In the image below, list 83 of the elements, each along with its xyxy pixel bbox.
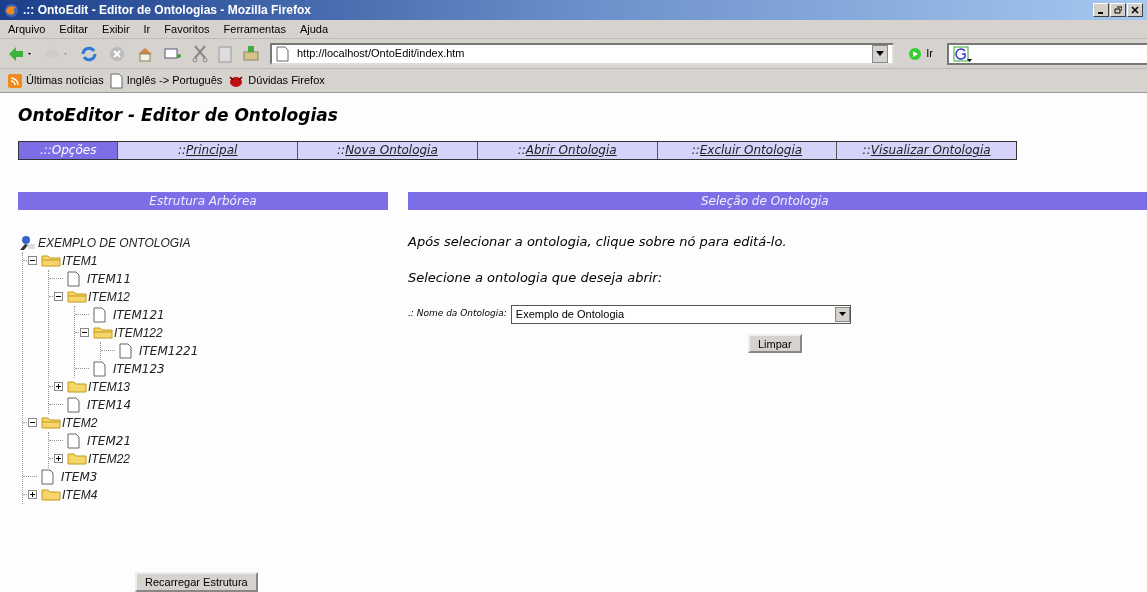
ontology-select[interactable]: Exemplo de Ontologia bbox=[510, 304, 851, 324]
folder-icon bbox=[67, 380, 87, 393]
tree-item[interactable]: ITEM123 bbox=[113, 359, 165, 378]
bookmark-link[interactable]: Dúvidas Firefox bbox=[248, 72, 325, 89]
instruction-text: Após selecionar a ontologia, clique sobre nó para editá-lo. bbox=[408, 232, 788, 251]
tree-item[interactable]: ITEM1 bbox=[62, 251, 98, 270]
tree-item[interactable]: ITEM12 bbox=[88, 287, 130, 306]
bookmark-link[interactable]: Inglês -> Português bbox=[126, 72, 223, 89]
document-icon bbox=[119, 342, 132, 359]
tree-item[interactable]: ITEM22 bbox=[88, 449, 130, 468]
reload-icon[interactable] bbox=[80, 44, 98, 63]
bookmark-link[interactable]: Últimas notícias bbox=[26, 72, 104, 89]
open-folder-icon bbox=[67, 290, 87, 303]
play-icon bbox=[908, 46, 923, 61]
menu-item[interactable]: Ajuda bbox=[299, 20, 329, 38]
prompt-text: Selecione a ontologia que deseja abrir: bbox=[408, 269, 664, 287]
menu-item[interactable]: Exibir bbox=[102, 20, 130, 38]
browser-logo-icon bbox=[4, 2, 19, 18]
tree-item[interactable]: ITEM3 bbox=[61, 467, 98, 486]
menu-item[interactable]: Favoritos bbox=[164, 20, 210, 38]
menu-item[interactable]: Editar bbox=[59, 20, 89, 38]
document-icon bbox=[41, 468, 54, 485]
document-icon bbox=[93, 306, 106, 323]
page-title: OntoEditor - Editor de Ontologias bbox=[18, 104, 339, 127]
search-engine-icon bbox=[953, 45, 973, 62]
restore-button[interactable] bbox=[1110, 3, 1126, 17]
nav-tab[interactable]: ::Excluir Ontologia bbox=[657, 141, 838, 159]
collapse-icon[interactable] bbox=[28, 418, 37, 427]
close-button[interactable] bbox=[1127, 3, 1143, 17]
nav-tab[interactable]: ::Nova Ontologia bbox=[298, 141, 478, 159]
restore-icon bbox=[1114, 6, 1122, 14]
tree-root[interactable]: EXEMPLO DE ONTOLOGIA bbox=[38, 233, 191, 252]
tree-item[interactable]: ITEM11 bbox=[87, 269, 132, 288]
tree-item[interactable]: ITEM4 bbox=[62, 485, 98, 504]
document-icon bbox=[67, 396, 80, 413]
document-icon bbox=[67, 432, 80, 449]
expand-icon[interactable] bbox=[54, 454, 63, 463]
bug-icon bbox=[228, 73, 245, 88]
clear-button[interactable]: Limpar bbox=[748, 333, 802, 353]
nav-tab[interactable]: ::Visualizar Ontologia bbox=[837, 141, 1016, 159]
rss-feed-icon bbox=[8, 73, 22, 88]
document-icon bbox=[93, 360, 106, 377]
folder-icon bbox=[67, 452, 87, 465]
menu-item[interactable]: Arquivo bbox=[8, 20, 46, 38]
collapse-icon[interactable] bbox=[54, 292, 63, 301]
panel-header: Seleção de Ontologia bbox=[408, 191, 1147, 210]
tree-item[interactable]: ITEM122 bbox=[114, 323, 163, 342]
document-icon bbox=[276, 45, 289, 62]
go-button[interactable]: Ir bbox=[904, 45, 937, 62]
clipboard-icon[interactable] bbox=[218, 44, 232, 63]
window-title: .:: OntoEdit - Editor de Ontologias - Mozilla Firefox bbox=[23, 2, 312, 19]
collapse-icon[interactable] bbox=[80, 328, 89, 337]
dropdown-arrow-icon bbox=[838, 312, 846, 316]
open-folder-icon bbox=[41, 254, 61, 267]
tree-item[interactable]: ITEM1221 bbox=[139, 341, 199, 360]
ontology-root-icon bbox=[18, 234, 36, 251]
search-field[interactable] bbox=[947, 42, 1147, 65]
panel-header: Estrutura Arbórea bbox=[18, 191, 388, 210]
nav-tab[interactable]: ::Abrir Ontologia bbox=[477, 141, 658, 159]
menu-item[interactable]: Ir bbox=[143, 20, 151, 38]
close-icon bbox=[1131, 6, 1139, 14]
nav-tab[interactable]: ::Principal bbox=[118, 141, 299, 159]
dropdown-arrow-icon bbox=[876, 51, 885, 56]
tree-item[interactable]: ITEM13 bbox=[88, 377, 130, 396]
expand-icon[interactable] bbox=[28, 490, 37, 499]
folder-icon bbox=[41, 488, 61, 501]
minimize-button[interactable] bbox=[1093, 3, 1109, 17]
open-folder-icon bbox=[93, 326, 113, 339]
tree-item[interactable]: ITEM21 bbox=[87, 431, 132, 450]
field-label: .: Nome da Ontologia: bbox=[408, 307, 507, 321]
open-folder-icon bbox=[41, 416, 61, 429]
collapse-icon[interactable] bbox=[28, 256, 37, 265]
document-icon bbox=[109, 72, 123, 89]
tree-item[interactable]: ITEM14 bbox=[87, 395, 132, 414]
document-icon bbox=[67, 270, 80, 287]
address-field[interactable]: http://localhost/OntoEdit/index.htm bbox=[270, 42, 895, 65]
tree-item[interactable]: ITEM2 bbox=[62, 413, 98, 432]
new-window-icon[interactable] bbox=[164, 46, 182, 61]
tree-item[interactable]: ITEM121 bbox=[113, 305, 165, 324]
reload-tree-button[interactable]: Recarregar Estrutura bbox=[135, 572, 258, 592]
nav-tab[interactable]: .::Opções bbox=[19, 141, 119, 159]
expand-icon[interactable] bbox=[54, 382, 63, 391]
menu-item[interactable]: Ferramentas bbox=[223, 20, 286, 38]
